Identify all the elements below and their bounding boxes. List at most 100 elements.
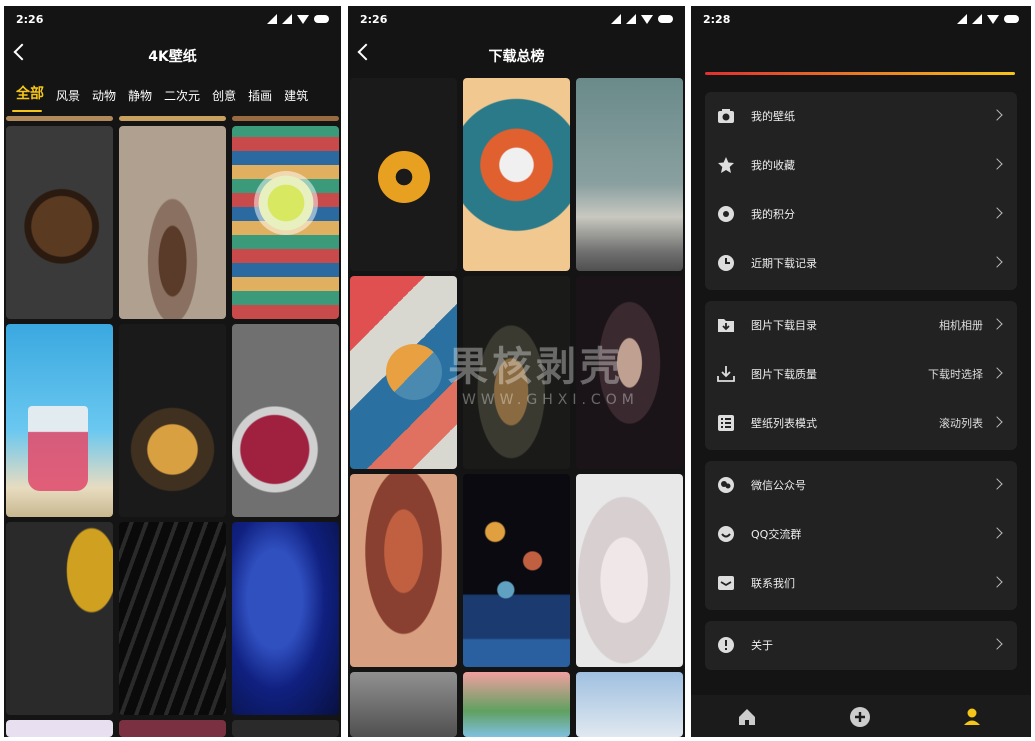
wallpaper-thumbnail[interactable]	[6, 720, 113, 737]
home-icon[interactable]	[736, 706, 758, 728]
wifi-icon	[297, 14, 309, 24]
wallpaper-thumbnail[interactable]	[119, 324, 226, 517]
wallpaper-thumbnail[interactable]	[232, 522, 339, 715]
wallpaper-thumbnail[interactable]	[463, 474, 570, 667]
status-icons	[957, 14, 1019, 24]
row-recent-downloads[interactable]: 近期下载记录	[705, 239, 1017, 288]
signal-icon	[282, 14, 292, 24]
wechat-icon	[718, 477, 734, 493]
row-about[interactable]: 关于	[705, 621, 1017, 670]
wallpaper-thumbnail[interactable]	[576, 276, 683, 469]
status-bar: 2:26	[348, 6, 685, 34]
row-label: 联系我们	[751, 577, 795, 590]
top-bar: 4K壁纸	[4, 38, 341, 74]
chevron-right-icon	[991, 318, 1003, 330]
row-label: 图片下载目录	[751, 319, 817, 332]
tab-still-life[interactable]: 静物	[122, 84, 158, 110]
wallpaper-thumbnail[interactable]	[576, 474, 683, 667]
wallpaper-thumbnail[interactable]	[6, 116, 113, 121]
row-value: 滚动列表	[939, 417, 983, 430]
status-time: 2:26	[360, 13, 388, 26]
screen-download-ranking: 2:26 下载总榜	[348, 6, 685, 737]
row-value: 下载时选择	[928, 368, 983, 381]
chevron-right-icon	[991, 638, 1003, 650]
signal-icon	[957, 14, 967, 24]
wallpaper-thumbnail[interactable]	[119, 126, 226, 319]
wallpaper-thumbnail[interactable]	[119, 522, 226, 715]
add-icon[interactable]	[849, 706, 871, 728]
row-my-wallpapers[interactable]: 我的壁纸	[705, 92, 1017, 141]
row-my-points[interactable]: 我的积分	[705, 190, 1017, 239]
chevron-right-icon	[991, 416, 1003, 428]
tab-animals[interactable]: 动物	[86, 84, 122, 110]
signal-icon	[626, 14, 636, 24]
row-list-mode[interactable]: 壁纸列表模式 滚动列表	[705, 399, 1017, 448]
folder-download-icon	[718, 319, 734, 332]
wallpaper-thumbnail[interactable]	[119, 116, 226, 121]
battery-icon	[658, 15, 673, 23]
wallpaper-thumbnail[interactable]	[463, 78, 570, 271]
download-icon	[717, 366, 735, 382]
wallpaper-thumbnail[interactable]	[576, 78, 683, 271]
screen-profile: 2:28 我的壁纸 我的收藏 我的积分 近期下载记录 图片下载目录 相机相册 图…	[691, 6, 1031, 737]
coin-icon	[718, 206, 734, 222]
chevron-right-icon	[991, 158, 1003, 170]
row-label: 近期下载记录	[751, 257, 817, 270]
camera-icon	[718, 109, 734, 123]
wallpaper-thumbnail[interactable]	[6, 522, 113, 715]
signal-icon	[267, 14, 277, 24]
clock-icon	[718, 255, 734, 271]
tab-creative[interactable]: 创意	[206, 84, 242, 110]
row-qq-group[interactable]: QQ交流群	[705, 510, 1017, 559]
status-icons	[267, 14, 329, 24]
wallpaper-thumbnail[interactable]	[463, 672, 570, 737]
tab-illustration[interactable]: 插画	[242, 84, 278, 110]
star-icon	[718, 157, 734, 173]
status-bar: 2:28	[691, 6, 1031, 34]
battery-icon	[314, 15, 329, 23]
status-bar: 2:26	[4, 6, 341, 34]
wallpaper-thumbnail[interactable]	[119, 720, 226, 737]
wallpaper-thumbnail[interactable]	[232, 324, 339, 517]
wallpaper-thumbnail	[28, 406, 88, 491]
wallpaper-thumbnail[interactable]	[350, 474, 457, 667]
wallpaper-thumbnail[interactable]	[350, 672, 457, 737]
settings-card-account: 我的壁纸 我的收藏 我的积分 近期下载记录	[705, 92, 1017, 290]
profile-icon[interactable]	[961, 706, 983, 728]
row-label: 我的积分	[751, 208, 795, 221]
wallpaper-thumbnail	[378, 151, 430, 203]
wallpaper-thumbnail[interactable]	[576, 672, 683, 737]
wallpaper-thumbnail	[386, 344, 442, 400]
wallpaper-thumbnail[interactable]	[6, 126, 113, 319]
wallpaper-thumbnail[interactable]	[232, 720, 339, 737]
wallpaper-thumbnail[interactable]	[463, 276, 570, 469]
row-my-favorites[interactable]: 我的收藏	[705, 141, 1017, 190]
settings-card-community: 微信公众号 QQ交流群 联系我们	[705, 461, 1017, 610]
status-icons	[611, 14, 673, 24]
row-wechat[interactable]: 微信公众号	[705, 461, 1017, 510]
wallpaper-thumbnail[interactable]	[232, 116, 339, 121]
row-download-quality[interactable]: 图片下载质量 下载时选择	[705, 350, 1017, 399]
info-icon	[718, 637, 734, 653]
signal-icon	[611, 14, 621, 24]
row-label: QQ交流群	[751, 528, 802, 541]
signal-icon	[972, 14, 982, 24]
list-icon	[718, 415, 734, 431]
status-time: 2:28	[703, 13, 731, 26]
row-label: 壁纸列表模式	[751, 417, 817, 430]
wallpaper-thumbnail	[254, 171, 318, 235]
row-contact-us[interactable]: 联系我们	[705, 559, 1017, 608]
top-bar: 下载总榜	[348, 38, 685, 74]
bottom-navigation	[691, 695, 1031, 737]
tab-architecture[interactable]: 建筑	[278, 84, 314, 110]
tab-anime[interactable]: 二次元	[158, 84, 206, 110]
tab-landscape[interactable]: 风景	[50, 84, 86, 110]
wifi-icon	[987, 14, 999, 24]
settings-card-download: 图片下载目录 相机相册 图片下载质量 下载时选择 壁纸列表模式 滚动列表	[705, 301, 1017, 450]
category-tabs: 全部 风景 动物 静物 二次元 创意 插画 建筑	[4, 82, 341, 112]
row-download-directory[interactable]: 图片下载目录 相机相册	[705, 301, 1017, 350]
chevron-right-icon	[991, 256, 1003, 268]
tab-all[interactable]: 全部	[4, 82, 50, 112]
chevron-right-icon	[991, 367, 1003, 379]
row-value: 相机相册	[939, 319, 983, 332]
